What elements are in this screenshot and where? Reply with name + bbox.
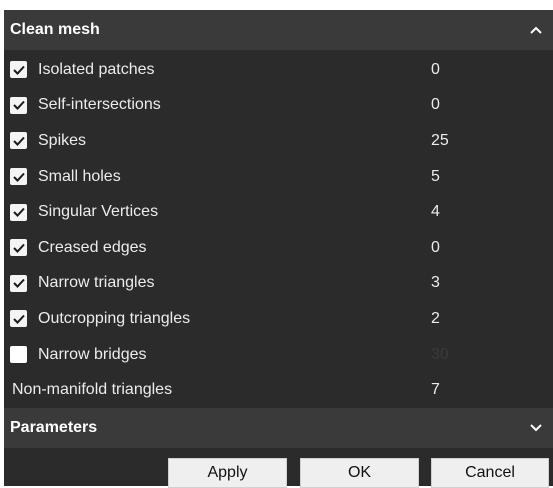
row-spikes: Spikes 25 xyxy=(4,123,553,159)
spikes-count: 25 xyxy=(431,131,449,149)
narrow-bridges-count: 30 xyxy=(431,345,449,363)
singular-vertices-label: Singular Vertices xyxy=(38,203,159,221)
small-holes-checkbox[interactable] xyxy=(10,168,27,186)
row-isolated-patches: Isolated patches 0 xyxy=(4,52,553,88)
isolated-patches-label: Isolated patches xyxy=(38,60,155,78)
creased-edges-checkbox[interactable] xyxy=(10,239,27,257)
narrow-triangles-count: 3 xyxy=(431,274,440,292)
apply-button[interactable]: Apply xyxy=(168,458,287,488)
creased-edges-label: Creased edges xyxy=(38,238,147,256)
self-intersections-label: Self-intersections xyxy=(38,96,161,114)
cancel-button[interactable]: Cancel xyxy=(431,458,549,488)
row-non-manifold-triangles: Non-manifold triangles 7 xyxy=(4,372,553,408)
parameters-section: Parameters xyxy=(4,408,553,448)
checkmark-icon xyxy=(12,136,25,146)
creased-edges-count: 0 xyxy=(431,238,440,256)
clean-mesh-rows: Isolated patches 0 Self-intersections 0 … xyxy=(4,50,553,408)
small-holes-count: 5 xyxy=(431,167,440,185)
spikes-checkbox[interactable] xyxy=(10,132,27,150)
isolated-patches-checkbox[interactable] xyxy=(10,61,27,79)
narrow-triangles-label: Narrow triangles xyxy=(38,274,155,292)
parameters-title: Parameters xyxy=(10,419,98,436)
ok-button[interactable]: OK xyxy=(300,458,419,488)
isolated-patches-count: 0 xyxy=(431,60,440,78)
singular-vertices-count: 4 xyxy=(431,203,440,221)
outcropping-triangles-checkbox[interactable] xyxy=(10,310,27,328)
clean-mesh-title: Clean mesh xyxy=(10,21,100,38)
checkmark-icon xyxy=(12,101,25,111)
checkmark-icon xyxy=(12,314,25,324)
row-small-holes: Small holes 5 xyxy=(4,159,553,195)
clean-mesh-dialog: Clean mesh Isolated patches 0 Self-inter… xyxy=(4,10,553,488)
row-narrow-bridges: Narrow bridges 30 xyxy=(4,337,553,373)
dialog-footer: Apply OK Cancel xyxy=(4,450,553,488)
parameters-section-header[interactable]: Parameters xyxy=(4,408,553,448)
small-holes-label: Small holes xyxy=(38,167,121,185)
row-creased-edges: Creased edges 0 xyxy=(4,230,553,266)
self-intersections-checkbox[interactable] xyxy=(10,96,27,114)
row-outcropping-triangles: Outcropping triangles 2 xyxy=(4,301,553,337)
outcropping-triangles-label: Outcropping triangles xyxy=(38,309,191,327)
self-intersections-count: 0 xyxy=(431,96,440,114)
row-singular-vertices: Singular Vertices 4 xyxy=(4,194,553,230)
spikes-label: Spikes xyxy=(38,131,87,149)
narrow-bridges-label: Narrow bridges xyxy=(38,345,147,363)
checkmark-icon xyxy=(12,65,25,75)
narrow-triangles-checkbox[interactable] xyxy=(10,274,27,292)
row-self-intersections: Self-intersections 0 xyxy=(4,88,553,124)
checkmark-icon xyxy=(12,279,25,289)
narrow-bridges-checkbox[interactable] xyxy=(10,346,27,364)
checkmark-icon xyxy=(12,207,25,218)
outcropping-triangles-count: 2 xyxy=(431,309,440,327)
non-manifold-triangles-count: 7 xyxy=(431,381,440,399)
chevron-up-icon[interactable] xyxy=(529,23,543,37)
non-manifold-triangles-label: Non-manifold triangles xyxy=(12,381,173,399)
checkmark-icon xyxy=(12,172,25,182)
chevron-down-icon[interactable] xyxy=(529,421,543,435)
clean-mesh-section-header[interactable]: Clean mesh xyxy=(4,10,553,50)
singular-vertices-checkbox[interactable] xyxy=(10,203,27,221)
checkmark-icon xyxy=(12,243,25,253)
row-narrow-triangles: Narrow triangles 3 xyxy=(4,266,553,302)
